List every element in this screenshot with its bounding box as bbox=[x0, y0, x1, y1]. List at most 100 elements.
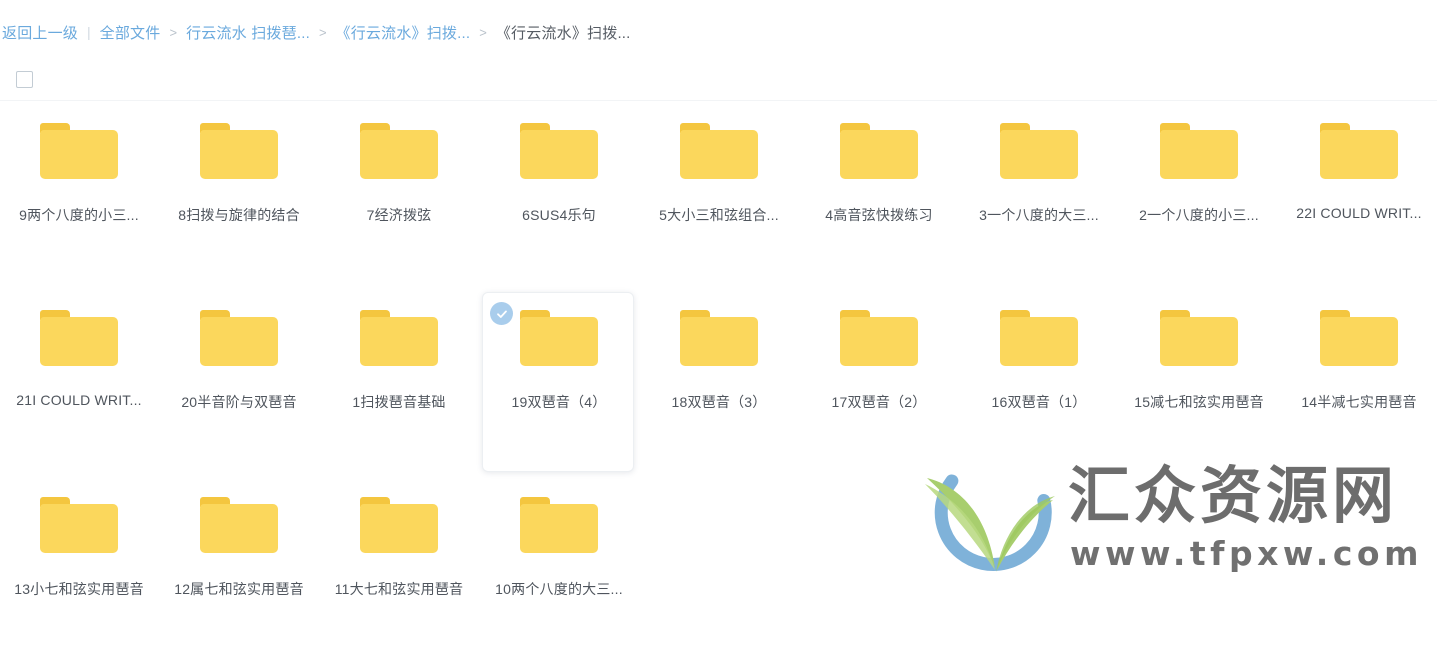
folder-icon bbox=[200, 310, 278, 366]
folder-icon bbox=[360, 497, 438, 553]
breadcrumb-separator: > bbox=[479, 24, 487, 40]
folder-body bbox=[360, 130, 438, 179]
file-cell[interactable]: 14半减七实用琶音 bbox=[1280, 292, 1437, 479]
folder-name-label: 19双琶音（4） bbox=[511, 394, 607, 410]
folder-item[interactable]: 3一个八度的大三... bbox=[962, 105, 1114, 285]
select-all-checkbox[interactable] bbox=[16, 71, 33, 88]
file-cell[interactable]: 2一个八度的小三... bbox=[1120, 105, 1280, 292]
folder-icon bbox=[1000, 123, 1078, 179]
folder-body bbox=[200, 130, 278, 179]
folder-icon bbox=[840, 310, 918, 366]
folder-icon bbox=[520, 123, 598, 179]
folder-body bbox=[1160, 317, 1238, 366]
folder-name-label: 8扫拨与旋律的结合 bbox=[178, 207, 300, 223]
folder-icon bbox=[1000, 310, 1078, 366]
folder-icon bbox=[1160, 123, 1238, 179]
folder-name-label: 6SUS4乐句 bbox=[522, 207, 596, 223]
folder-icon bbox=[40, 497, 118, 553]
folder-item[interactable]: 16双琶音（1） bbox=[962, 292, 1114, 472]
folder-item[interactable]: 14半减七实用琶音 bbox=[1282, 292, 1434, 472]
folder-item[interactable]: 8扫拨与旋律的结合 bbox=[162, 105, 314, 285]
folder-item[interactable]: 15减七和弦实用琶音 bbox=[1122, 292, 1274, 472]
file-cell[interactable]: 1扫拨琶音基础 bbox=[320, 292, 480, 479]
breadcrumb-item[interactable]: 《行云流水》扫拨... bbox=[336, 22, 471, 43]
breadcrumb-item[interactable]: 全部文件 bbox=[100, 22, 161, 43]
folder-name-label: 17双琶音（2） bbox=[831, 394, 927, 410]
breadcrumb-back-link[interactable]: 返回上一级 bbox=[2, 22, 78, 43]
file-cell[interactable]: 9两个八度的小三... bbox=[0, 105, 160, 292]
file-grid: 9两个八度的小三... 8扫拨与旋律的结合 7经济拨弦 6SUS4乐句 5大小三和弦组合… bbox=[0, 101, 1437, 666]
folder-name-label: 2一个八度的小三... bbox=[1139, 207, 1259, 223]
folder-item[interactable]: 22I COULD WRIT... bbox=[1282, 105, 1434, 285]
folder-body bbox=[40, 130, 118, 179]
folder-name-label: 13小七和弦实用琶音 bbox=[14, 581, 144, 597]
file-cell[interactable]: 10两个八度的大三... bbox=[480, 479, 640, 666]
folder-item[interactable]: 12属七和弦实用琶音 bbox=[162, 479, 314, 659]
folder-body bbox=[680, 317, 758, 366]
folder-name-label: 18双琶音（3） bbox=[671, 394, 767, 410]
file-cell[interactable]: 6SUS4乐句 bbox=[480, 105, 640, 292]
folder-icon bbox=[40, 310, 118, 366]
file-cell[interactable]: 19双琶音（4） bbox=[480, 292, 640, 479]
folder-body bbox=[360, 504, 438, 553]
file-cell[interactable]: 7经济拨弦 bbox=[320, 105, 480, 292]
folder-item[interactable]: 11大七和弦实用琶音 bbox=[322, 479, 474, 659]
folder-item[interactable]: 6SUS4乐句 bbox=[482, 105, 634, 285]
folder-body bbox=[680, 130, 758, 179]
file-cell[interactable]: 22I COULD WRIT... bbox=[1280, 105, 1437, 292]
folder-icon bbox=[520, 497, 598, 553]
file-cell[interactable]: 3一个八度的大三... bbox=[960, 105, 1120, 292]
folder-item[interactable]: 18双琶音（3） bbox=[642, 292, 794, 472]
folder-item[interactable]: 19双琶音（4） bbox=[482, 292, 634, 472]
folder-item[interactable]: 1扫拨琶音基础 bbox=[322, 292, 474, 472]
folder-name-label: 1扫拨琶音基础 bbox=[352, 394, 446, 410]
folder-icon bbox=[680, 123, 758, 179]
folder-icon bbox=[1320, 123, 1398, 179]
folder-icon bbox=[200, 123, 278, 179]
file-cell[interactable]: 8扫拨与旋律的结合 bbox=[160, 105, 320, 292]
folder-item[interactable]: 2一个八度的小三... bbox=[1122, 105, 1274, 285]
folder-name-label: 15减七和弦实用琶音 bbox=[1134, 394, 1264, 410]
folder-icon bbox=[360, 123, 438, 179]
folder-item[interactable]: 21I COULD WRIT... bbox=[2, 292, 154, 472]
file-cell[interactable]: 15减七和弦实用琶音 bbox=[1120, 292, 1280, 479]
folder-name-label: 14半减七实用琶音 bbox=[1301, 394, 1417, 410]
folder-item[interactable]: 20半音阶与双琶音 bbox=[162, 292, 314, 472]
folder-item[interactable]: 13小七和弦实用琶音 bbox=[2, 479, 154, 659]
folder-name-label: 12属七和弦实用琶音 bbox=[174, 581, 304, 597]
breadcrumb: 返回上一级 | 全部文件 > 行云流水 扫拨琶... > 《行云流水》扫拨... > 《行云流水… bbox=[0, 0, 1437, 64]
folder-icon bbox=[200, 497, 278, 553]
file-cell[interactable]: 18双琶音（3） bbox=[640, 292, 800, 479]
folder-item[interactable]: 5大小三和弦组合... bbox=[642, 105, 794, 285]
folder-body bbox=[1000, 317, 1078, 366]
folder-icon bbox=[1160, 310, 1238, 366]
file-cell[interactable]: 17双琶音（2） bbox=[800, 292, 960, 479]
folder-name-label: 20半音阶与双琶音 bbox=[181, 394, 297, 410]
file-cell[interactable]: 11大七和弦实用琶音 bbox=[320, 479, 480, 666]
file-cell[interactable]: 12属七和弦实用琶音 bbox=[160, 479, 320, 666]
folder-item[interactable]: 7经济拨弦 bbox=[322, 105, 474, 285]
folder-item[interactable]: 17双琶音（2） bbox=[802, 292, 954, 472]
folder-body bbox=[200, 317, 278, 366]
folder-icon bbox=[680, 310, 758, 366]
file-cell[interactable]: 16双琶音（1） bbox=[960, 292, 1120, 479]
folder-item[interactable]: 4高音弦快拨练习 bbox=[802, 105, 954, 285]
file-cell[interactable]: 21I COULD WRIT... bbox=[0, 292, 160, 479]
folder-name-label: 5大小三和弦组合... bbox=[659, 207, 779, 223]
file-cell[interactable]: 20半音阶与双琶音 bbox=[160, 292, 320, 479]
file-grid-row: 21I COULD WRIT... 20半音阶与双琶音 1扫拨琶音基础 19双琶音（4… bbox=[0, 292, 1437, 479]
folder-name-label: 16双琶音（1） bbox=[991, 394, 1087, 410]
file-cell[interactable]: 4高音弦快拨练习 bbox=[800, 105, 960, 292]
breadcrumb-separator: > bbox=[169, 24, 178, 40]
check-circle-icon[interactable] bbox=[490, 302, 513, 325]
file-grid-row: 9两个八度的小三... 8扫拨与旋律的结合 7经济拨弦 6SUS4乐句 5大小三和弦组合… bbox=[0, 105, 1437, 292]
folder-item[interactable]: 9两个八度的小三... bbox=[2, 105, 154, 285]
breadcrumb-separator: > bbox=[318, 24, 327, 40]
breadcrumb-item[interactable]: 行云流水 扫拨琶... bbox=[186, 22, 310, 43]
file-cell[interactable]: 5大小三和弦组合... bbox=[640, 105, 800, 292]
folder-icon bbox=[40, 123, 118, 179]
folder-body bbox=[520, 317, 598, 366]
folder-item[interactable]: 10两个八度的大三... bbox=[482, 479, 634, 659]
folder-body bbox=[1320, 130, 1398, 179]
file-cell[interactable]: 13小七和弦实用琶音 bbox=[0, 479, 160, 666]
